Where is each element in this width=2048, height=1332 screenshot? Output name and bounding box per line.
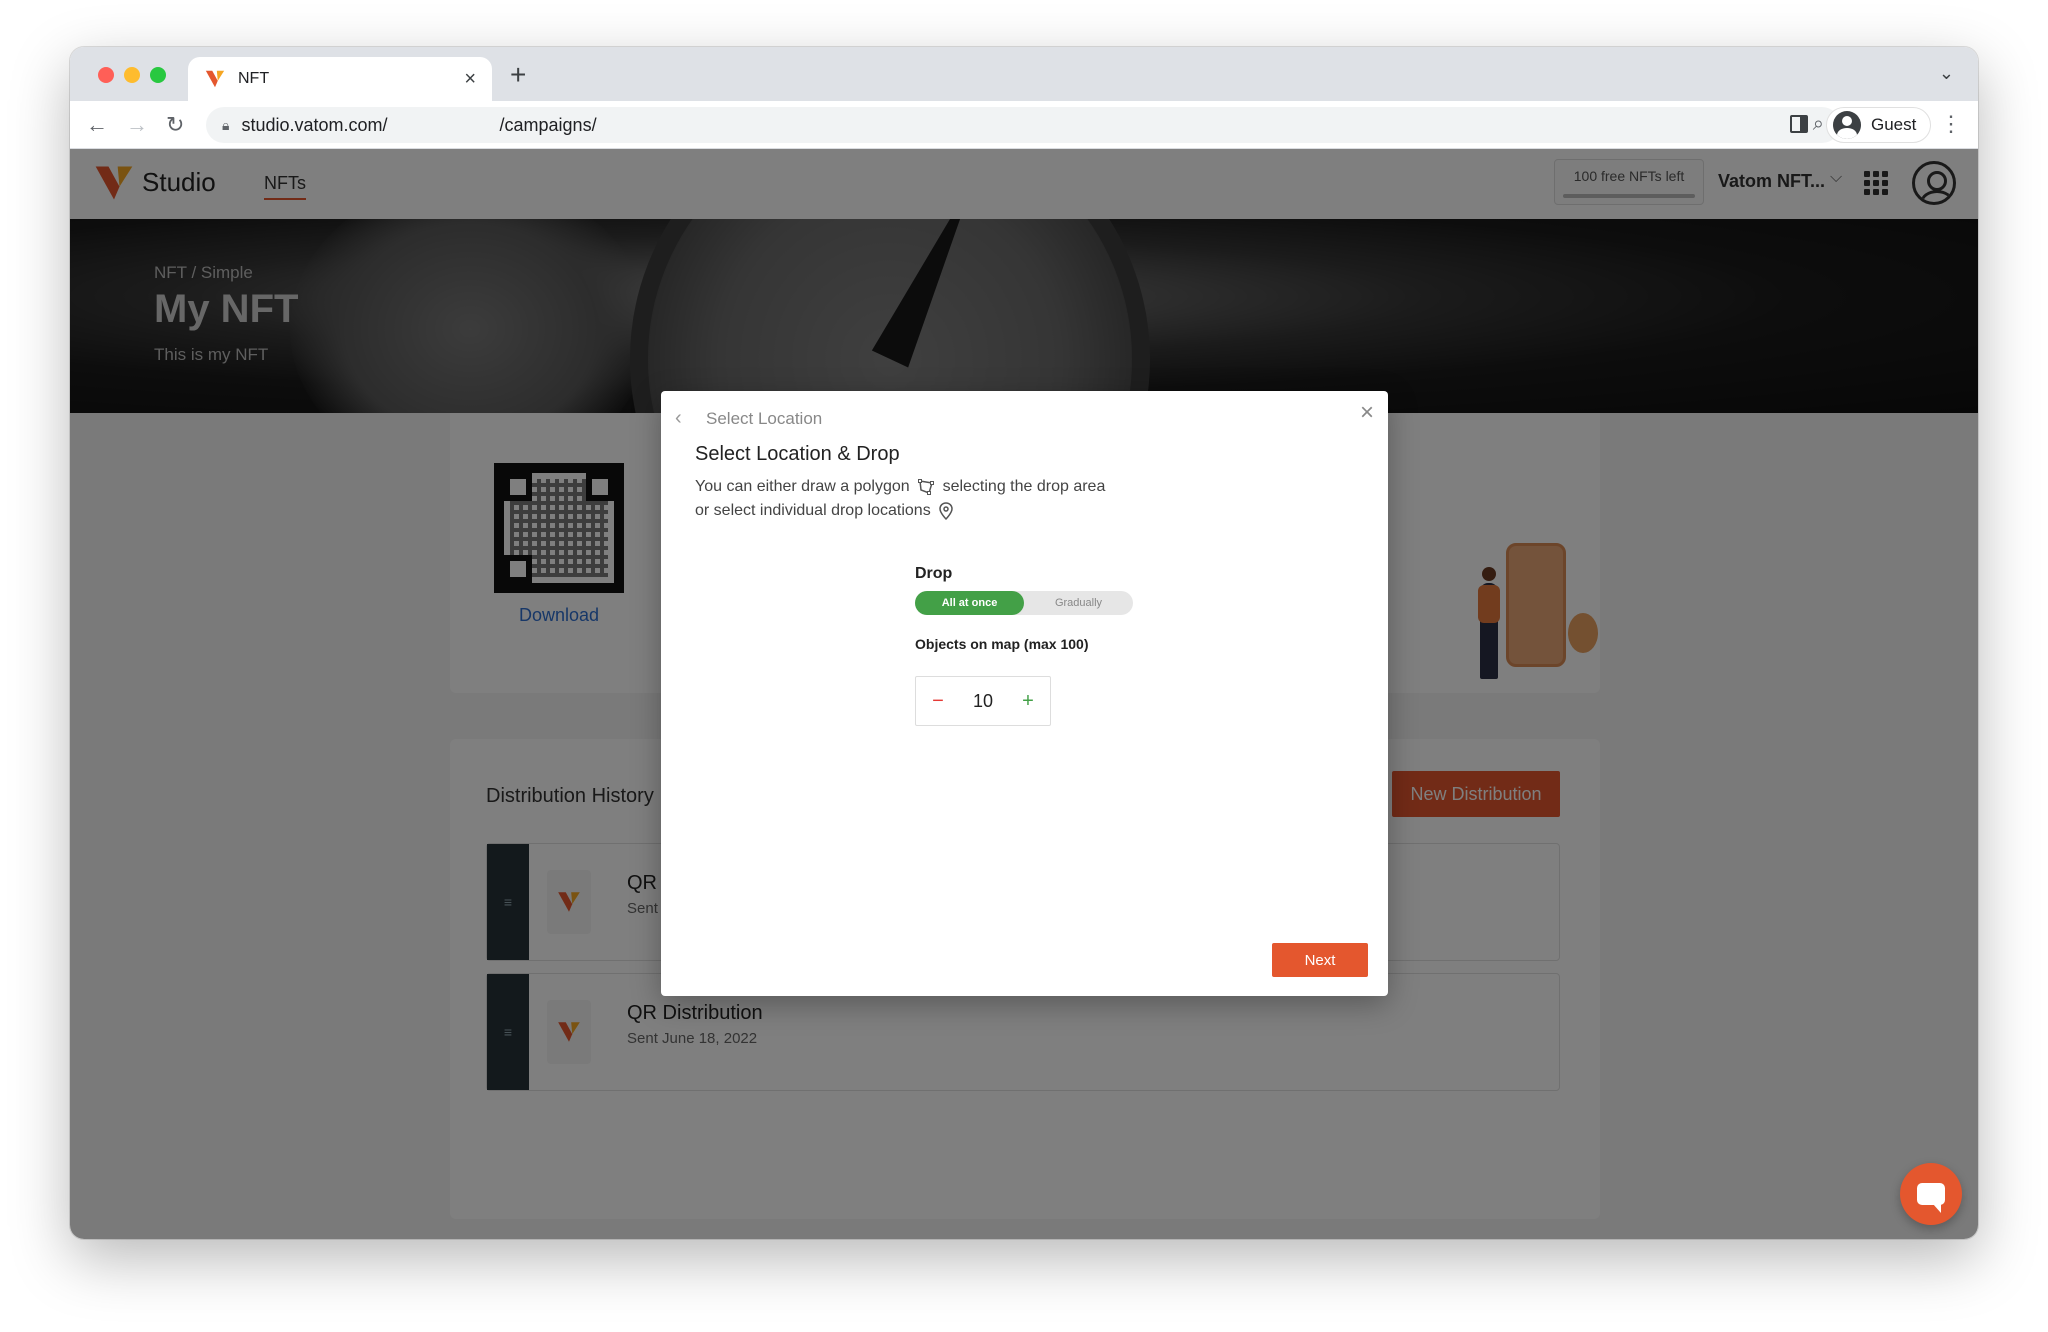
url-path: /campaigns/ [499, 114, 597, 135]
toggle-all-at-once[interactable]: All at once [915, 591, 1024, 615]
url-host: studio.vatom.com/ [241, 114, 388, 135]
guest-avatar-icon [1833, 111, 1861, 139]
close-window-button[interactable] [98, 67, 114, 83]
tab-close-icon[interactable]: × [464, 69, 476, 89]
toggle-gradually[interactable]: Gradually [1024, 591, 1133, 615]
map-pin-icon [939, 502, 953, 520]
vatom-logo-icon [205, 70, 225, 88]
back-arrow-icon[interactable]: ← [86, 111, 108, 139]
minimize-window-button[interactable] [124, 67, 140, 83]
tab-bar: NFT × + ⌄ [70, 47, 1978, 101]
next-button[interactable]: Next [1272, 943, 1368, 977]
side-panel-icon[interactable] [1790, 115, 1808, 133]
new-tab-button[interactable]: + [510, 61, 526, 89]
chevron-left-icon[interactable]: ‹ [675, 407, 682, 430]
objects-on-map-label: Objects on map (max 100) [915, 636, 1089, 652]
zoom-magnifier-icon[interactable]: ⌕ [1813, 113, 1824, 136]
browser-tab[interactable]: NFT × [188, 57, 492, 101]
modal-description: You can either draw a polygon selecting … [695, 478, 1106, 520]
forward-arrow-icon[interactable]: → [126, 111, 148, 139]
tab-title: NFT [238, 70, 270, 87]
objects-quantity-stepper: − 10 + [915, 676, 1051, 726]
tab-search-chevron-icon[interactable]: ⌄ [1939, 63, 1954, 84]
profile-label: Guest [1871, 115, 1917, 134]
modal-title: Select Location & Drop [695, 443, 900, 465]
lock-icon: 🔒︎ [222, 116, 230, 133]
chat-button[interactable] [1900, 1163, 1962, 1225]
select-location-modal: ‹ Select Location × Select Location & Dr… [661, 391, 1388, 996]
reload-icon[interactable]: ↻ [166, 111, 184, 139]
maximize-window-button[interactable] [150, 67, 166, 83]
drop-mode-toggle[interactable]: All at once Gradually [915, 591, 1133, 615]
modal-back-label[interactable]: Select Location [706, 409, 822, 429]
browser-menu-icon[interactable]: ⋮ [1940, 113, 1962, 135]
browser-toolbar: ← → ↻ 🔒︎ studio.vatom.com/ /campaigns/ ⌕… [70, 101, 1978, 149]
close-icon[interactable]: × [1360, 401, 1374, 425]
objects-count-value[interactable]: 10 [960, 691, 1006, 712]
chat-bubble-icon [1917, 1183, 1945, 1213]
increment-button[interactable]: + [1006, 690, 1050, 713]
drop-label: Drop [915, 565, 953, 582]
profile-button[interactable]: Guest [1826, 107, 1932, 143]
address-bar[interactable]: 🔒︎ studio.vatom.com/ /campaigns/ ⌕ [206, 107, 1840, 143]
decrement-button[interactable]: − [916, 690, 960, 713]
polygon-icon [918, 478, 935, 495]
